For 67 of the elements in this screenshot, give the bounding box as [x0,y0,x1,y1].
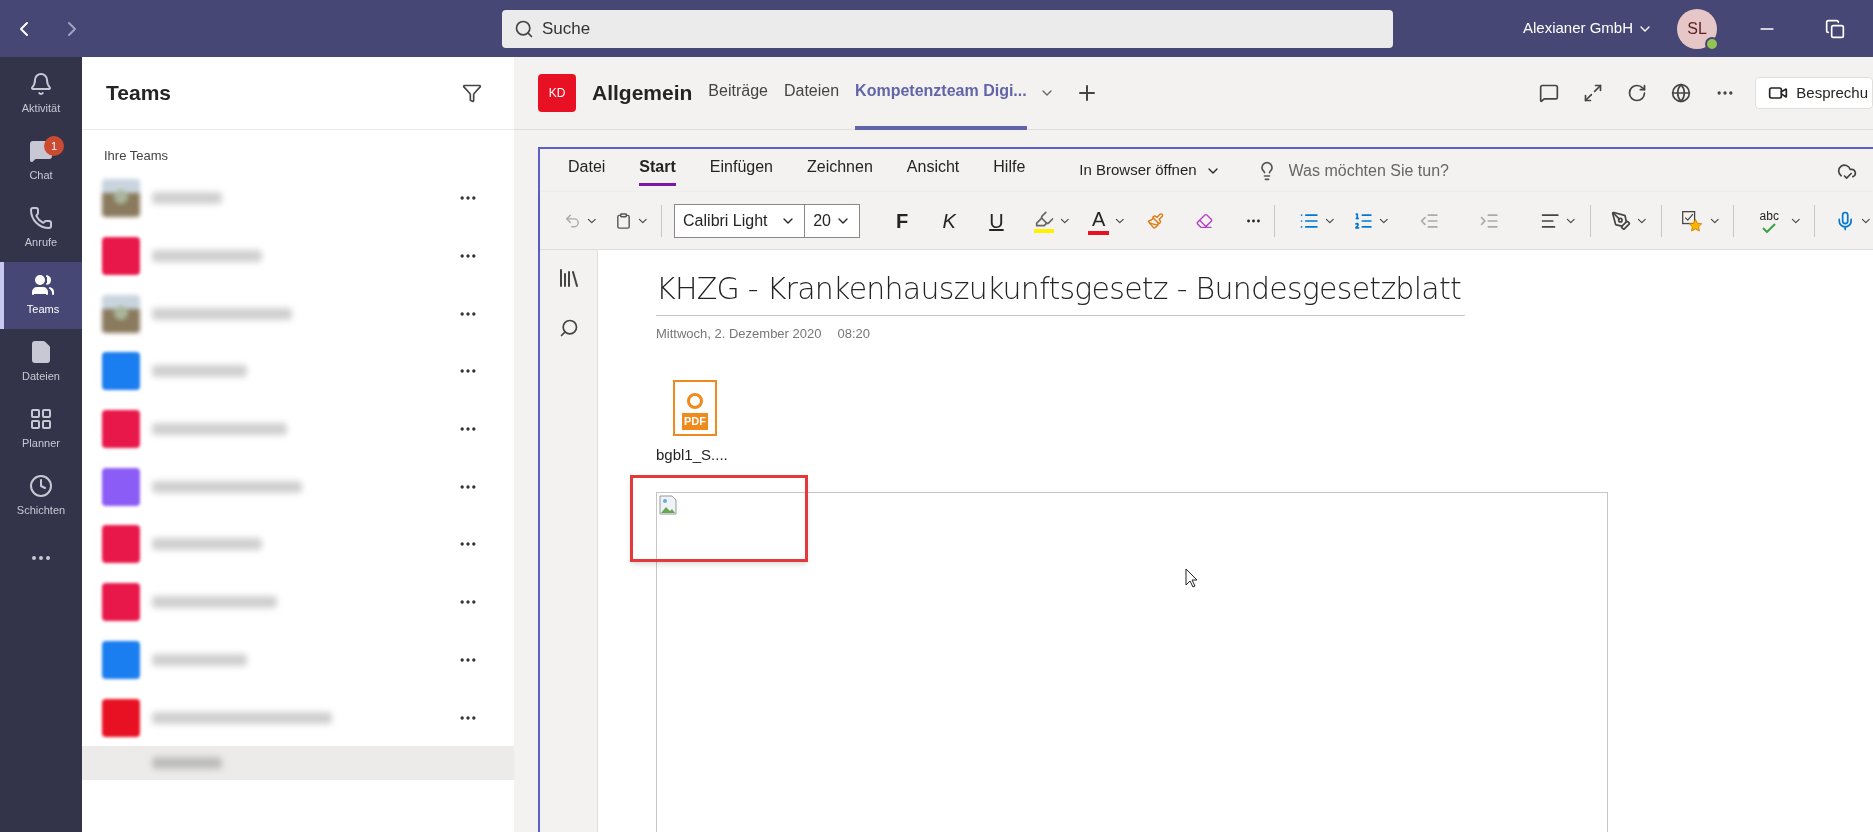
spelling-button[interactable]: abc [1753,202,1785,239]
rail-item[interactable]: Aktivität [0,61,82,128]
underline-button[interactable]: U [982,205,1010,236]
file-icon [29,340,53,365]
size-select[interactable]: 20 [805,203,861,238]
broken-image-icon [659,495,677,515]
rail-label: Dateien [22,369,60,385]
bell-icon [29,72,53,97]
paste-icon[interactable] [614,210,632,231]
section-label: Ihre Teams [104,147,170,165]
bold-button[interactable]: F [888,205,916,236]
page-date: Mittwoch, 2. Dezember 2020 [656,325,822,343]
rail-item[interactable]: Teams [0,262,82,329]
check-icon [1762,222,1777,233]
rail-label: Teams [26,302,60,318]
paintbrush-icon[interactable] [1147,210,1164,231]
meeting-button[interactable]: Besprechu [1755,77,1873,109]
ribbon-tab[interactable]: Ansicht [906,155,960,186]
page-title: KHZG - Krankenhauszukunftsgesetz - Bundesgesetzblatt [656,266,1465,316]
pdf-file-icon: PDF [673,379,717,436]
search-icon[interactable] [558,318,579,338]
rail-item[interactable]: Anrufe [0,195,82,262]
cursor-icon [1185,568,1199,588]
font-select[interactable]: Calibri Light [674,203,806,238]
rail-label: Schichten [16,503,66,519]
ribbon-tab[interactable]: Zeichnen [807,155,873,186]
redacted-label [152,192,222,205]
ribbon-tab[interactable]: Start [639,155,676,186]
search-icon [514,18,534,39]
team-badge: KD [538,74,576,112]
channel-tab[interactable]: Beiträge [708,56,768,130]
phone-icon [29,206,53,231]
globe-icon[interactable] [1671,83,1692,103]
rail-label: Aktivität [21,101,61,117]
rail-item[interactable]: Planner [0,396,82,463]
refresh-icon[interactable] [1627,83,1648,103]
font-color-button[interactable]: A [1088,206,1110,235]
notification-badge: 1 [44,136,64,156]
page-time: 08:20 [837,325,870,343]
ribbon-tab[interactable]: Datei [568,155,606,186]
rail-item[interactable]: Dateien [0,329,82,396]
search-field[interactable]: Suche [502,9,1393,48]
user-avatar[interactable]: SL [1677,8,1717,49]
organization-name[interactable]: Alexianer GmbH [1522,17,1633,40]
redacted-label [152,757,222,770]
rail-label: Planner [22,436,60,452]
channel-tab[interactable]: Kompetenzteam Digi... [855,56,1027,130]
channel-tab[interactable]: Dateien [783,56,840,130]
filter-icon[interactable] [462,83,482,103]
italic-button[interactable]: K [935,205,963,236]
ribbon-tab[interactable]: Einfügen [709,155,773,186]
panel-title: Teams [106,80,171,107]
tell-me-field[interactable]: Was möchten Sie tun? [1288,158,1589,183]
planner-icon [29,407,53,432]
expand-icon[interactable] [1583,83,1604,103]
open-in-browser-button[interactable]: In Browser öffnen [1079,159,1221,182]
rail-label: Anrufe [24,235,58,251]
clock-icon [29,474,53,499]
attachment-name[interactable]: bgbl1_S.... [656,443,1873,466]
restore-icon[interactable] [1825,18,1845,39]
rail-item[interactable]: Chat 1 [0,128,82,195]
rail-label: Chat [29,168,53,184]
rail-item[interactable]: Schichten [0,463,82,530]
teams-icon [31,273,55,298]
ribbon-tab[interactable]: Hilfe [993,155,1026,186]
conversation-icon[interactable] [1539,83,1560,103]
channel-title: Allgemein [592,80,693,107]
